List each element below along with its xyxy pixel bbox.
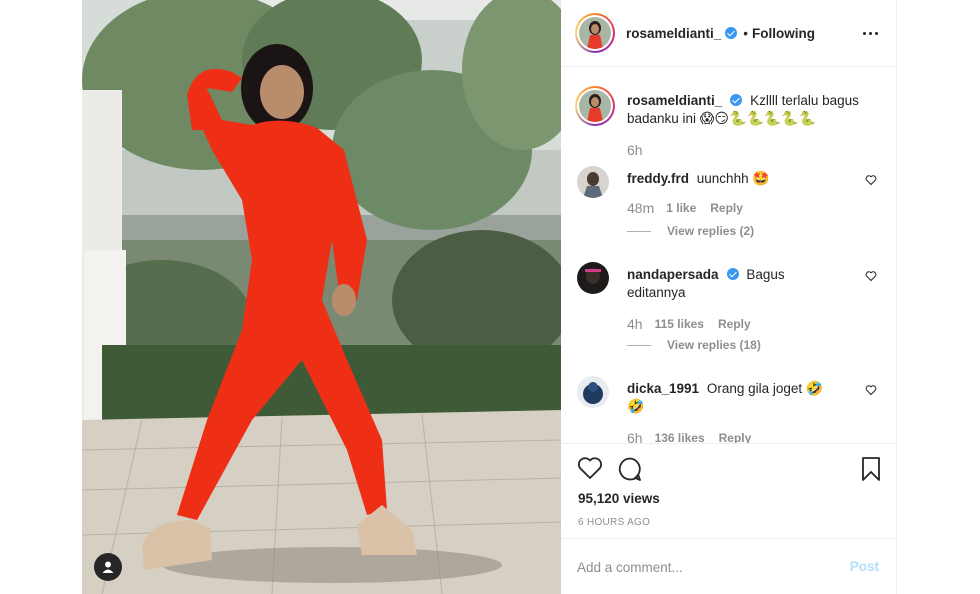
comment-like-heart-icon[interactable] — [865, 384, 877, 396]
comment-input[interactable] — [577, 556, 827, 578]
view-replies-label: View replies (2) — [667, 224, 755, 238]
commenter-username[interactable]: dicka_1991 — [627, 381, 699, 396]
verified-badge-icon — [725, 27, 738, 39]
verified-badge-icon — [726, 268, 739, 280]
reply-button[interactable]: Reply — [710, 201, 743, 215]
replies-divider — [627, 344, 651, 346]
author-username[interactable]: rosameldianti_ — [626, 26, 721, 41]
comment-emoji: 🤩 — [752, 171, 770, 187]
post-actions: 95,120 views 6 HOURS AGO — [561, 443, 897, 538]
comment-composer: Post — [561, 538, 897, 594]
view-replies-button[interactable]: View replies (18) — [627, 338, 761, 352]
post-comment-button[interactable]: Post — [850, 559, 879, 574]
comment-like-heart-icon[interactable] — [865, 174, 877, 186]
comment-time[interactable]: 48m — [627, 200, 654, 216]
verified-badge-icon — [730, 94, 743, 106]
views-count[interactable]: 95,120 views — [578, 491, 660, 506]
comment-item: dicka_1991 Orang gila joget 🤣 🤣 6h 136 l… — [577, 376, 877, 443]
post-side-panel: rosameldianti_ • Following rosameldianti… — [561, 0, 897, 594]
comment-item: freddy.frd uunchhh 🤩 48m 1 like Reply Vi… — [577, 166, 877, 246]
view-replies-label: View replies (18) — [667, 338, 761, 352]
commenter-username[interactable]: nandapersada — [627, 267, 719, 282]
commenter-username[interactable]: freddy.frd — [627, 171, 689, 186]
comment-item: nandapersada Bagus editannya 4h 115 like… — [577, 262, 877, 357]
author-avatar[interactable] — [575, 13, 615, 53]
comment-text: uunchhh — [696, 171, 749, 186]
video-frame — [82, 0, 561, 594]
comment-time[interactable]: 6h — [627, 430, 643, 443]
post-header: rosameldianti_ • Following — [561, 0, 897, 67]
bookmark-icon[interactable] — [861, 456, 881, 482]
caption-time[interactable]: 6h — [627, 142, 643, 158]
comment-likes[interactable]: 1 like — [666, 201, 696, 215]
view-replies-button[interactable]: View replies (2) — [627, 224, 754, 238]
reply-button[interactable]: Reply — [718, 317, 751, 331]
comment-like-heart-icon[interactable] — [865, 270, 877, 282]
comment-time[interactable]: 4h — [627, 316, 643, 332]
caption-emojis: 😱😏🐍🐍🐍🐍🐍 — [699, 111, 817, 127]
comments-list[interactable]: rosameldianti_ Kzllll terlalu bagus bada… — [561, 68, 897, 443]
instagram-post-page: rosameldianti_ • Following rosameldianti… — [0, 0, 980, 594]
caption-username[interactable]: rosameldianti_ — [627, 93, 722, 108]
comment-text: Orang gila joget — [706, 381, 803, 396]
post-video[interactable] — [82, 0, 561, 594]
follow-separator: • — [743, 25, 749, 41]
replies-divider — [627, 230, 651, 232]
user-tag-icon[interactable] — [94, 553, 122, 581]
caption-row: rosameldianti_ Kzllll terlalu bagus bada… — [575, 86, 877, 158]
commenter-avatar[interactable] — [577, 262, 609, 294]
post-timestamp[interactable]: 6 HOURS AGO — [578, 517, 650, 528]
commenter-avatar[interactable] — [577, 376, 609, 408]
comment-bubble-icon[interactable] — [617, 456, 643, 482]
caption-author-avatar[interactable] — [575, 86, 615, 126]
comment-likes[interactable]: 136 likes — [655, 431, 705, 443]
following-button[interactable]: Following — [752, 26, 815, 41]
more-dots-icon[interactable] — [859, 22, 881, 44]
comment-likes[interactable]: 115 likes — [655, 317, 704, 331]
reply-button[interactable]: Reply — [719, 431, 752, 443]
heart-outline-icon[interactable] — [577, 456, 603, 480]
commenter-avatar[interactable] — [577, 166, 609, 198]
